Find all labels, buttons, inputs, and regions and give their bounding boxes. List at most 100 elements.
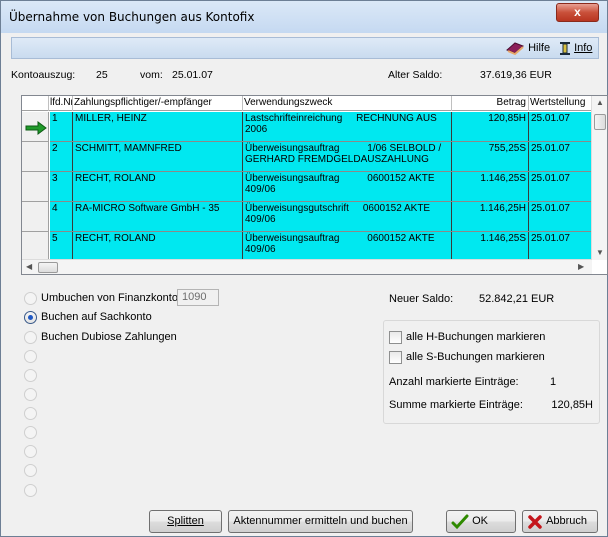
scroll-up-icon[interactable]: ▲ <box>596 98 604 107</box>
cell-nr: 1 <box>50 112 73 141</box>
cell-betrag: 120,85H <box>452 112 529 141</box>
table-row[interactable]: 5 RECHT, ROLAND Überweisungsauftrag 060015… <box>50 232 592 262</box>
option-radio-8[interactable] <box>24 426 37 439</box>
cell-zweck: Überweisungsgutschrift 0600152 AKTE 409/0… <box>243 202 452 231</box>
table-row[interactable]: 3 RECHT, ROLAND Überweisungsauftrag 060015… <box>50 172 592 202</box>
vom-label: vom: <box>140 69 163 81</box>
table-header: lfd.Nr. Zahlungspflichtiger/-empfänger V… <box>22 96 592 111</box>
cell-betrag: 755,25S <box>452 142 529 171</box>
option-radio-10[interactable] <box>24 464 37 477</box>
toolbar: Hilfe Info <box>11 37 599 59</box>
neuer-saldo-value: 52.842,21 EUR <box>479 293 555 305</box>
bookings-table[interactable]: lfd.Nr. Zahlungspflichtiger/-empfänger V… <box>21 95 608 275</box>
finanzkonto-field[interactable]: 1090 <box>177 289 219 306</box>
aktennummer-button[interactable]: Aktennummer ermitteln und buchen <box>228 510 413 533</box>
alter-saldo-value: 37.619,36 EUR <box>480 69 552 81</box>
cell-zweck-line1: Überweisungsauftrag 1/06 SELBOLD / <box>245 143 442 154</box>
cell-zweck: Lastschrifteinreichung RECHNUNG AUS 2006 <box>243 112 452 141</box>
help-button[interactable]: Hilfe <box>505 40 550 57</box>
dubiose-radio[interactable] <box>24 331 37 344</box>
splitten-label: Splitten <box>167 515 204 527</box>
title-bar: Übernahme von Buchungen aus Kontofix x <box>1 1 607 33</box>
cell-wertstellung: 25.01.07 <box>531 203 570 214</box>
cell-zweck-line2: 409/06 <box>245 244 276 255</box>
umbuchen-label: Umbuchen von Finanzkonto: <box>41 292 182 304</box>
abbruch-button[interactable]: Abbruch <box>522 510 598 533</box>
ok-label: OK <box>472 515 488 527</box>
col-zweck[interactable]: Verwendungszweck <box>243 96 452 111</box>
option-radio-5[interactable] <box>24 369 37 382</box>
vertical-scrollbar[interactable]: ▲ ▼ <box>591 96 607 260</box>
row-selector[interactable] <box>22 142 49 172</box>
sachkonto-radio[interactable] <box>24 311 37 324</box>
abbruch-label: Abbruch <box>546 515 588 527</box>
option-radio-4[interactable] <box>24 350 37 363</box>
cell-wertstellung: 25.01.07 <box>531 173 570 184</box>
kontoauszug-label: Kontoauszug: <box>11 69 76 81</box>
option-radio-9[interactable] <box>24 445 37 458</box>
cell-nr: 2 <box>50 142 73 171</box>
anzahl-label: Anzahl markierte Einträge: <box>389 376 519 388</box>
cell-wertstellung: 25.01.07 <box>531 233 570 244</box>
scroll-left-icon[interactable]: ◀ <box>26 262 32 271</box>
umbuchen-radio[interactable] <box>24 292 37 305</box>
sachkonto-label: Buchen auf Sachkonto <box>41 311 152 323</box>
alle-s-checkbox[interactable] <box>389 351 402 364</box>
table-row[interactable]: 4 RA-MICRO Software GmbH - 35 Überweisungs… <box>50 202 592 232</box>
vom-value: 25.01.07 <box>172 69 213 81</box>
row-selector[interactable] <box>22 232 49 262</box>
aktennummer-label: Aktennummer ermitteln und buchen <box>233 515 408 527</box>
row-selector[interactable] <box>22 202 49 232</box>
cell-empfaenger: RA-MICRO Software GmbH - 35 <box>73 202 243 231</box>
cell-empfaenger: MILLER, HEINZ <box>73 112 243 141</box>
summe-value: 120,85H <box>551 399 593 411</box>
option-radio-7[interactable] <box>24 407 37 420</box>
close-button[interactable]: x <box>556 3 599 22</box>
col-nr[interactable]: lfd.Nr. <box>49 96 73 111</box>
option-radio-6[interactable] <box>24 388 37 401</box>
cell-zweck-line1: Überweisungsauftrag 0600152 AKTE <box>245 173 435 184</box>
alter-saldo-label: Alter Saldo: <box>388 69 443 81</box>
cell-zweck-line2: GERHARD FREMDGELDAUSZAHLUNG <box>245 154 429 165</box>
cell-wertstellung: 25.01.07 <box>531 143 570 154</box>
horizontal-scroll-thumb[interactable] <box>38 262 58 273</box>
summe-label: Summe markierte Einträge: <box>389 399 523 411</box>
dubiose-label: Buchen Dubiose Zahlungen <box>41 331 177 343</box>
horizontal-scrollbar[interactable]: ◀ ▶ <box>22 259 592 274</box>
info-button[interactable]: Info <box>559 40 592 57</box>
alle-h-checkbox[interactable] <box>389 331 402 344</box>
option-radio-11[interactable] <box>24 484 37 497</box>
vertical-scroll-thumb[interactable] <box>594 114 606 130</box>
row-selector[interactable] <box>22 172 49 202</box>
marking-panel: alle H-Buchungen markieren alle S-Buchun… <box>383 320 600 424</box>
alle-s-label: alle S-Buchungen markieren <box>406 351 545 363</box>
header-spacer <box>22 96 49 111</box>
col-betrag[interactable]: Betrag <box>452 96 529 111</box>
cell-wertstellung: 25.01.07 <box>531 113 570 124</box>
cell-nr: 4 <box>50 202 73 231</box>
row-selector[interactable] <box>22 112 49 142</box>
scroll-right-icon[interactable]: ▶ <box>578 262 584 271</box>
cell-empfaenger: RECHT, ROLAND <box>73 172 243 201</box>
cell-zweck: Überweisungsauftrag 0600152 AKTE 409/06 <box>243 172 452 201</box>
cell-betrag: 1.146,25S <box>452 172 529 201</box>
alle-h-label: alle H-Buchungen markieren <box>406 331 546 343</box>
col-empfaenger[interactable]: Zahlungspflichtiger/-empfänger <box>73 96 243 111</box>
current-row-arrow-icon <box>25 121 47 135</box>
cell-empfaenger: SCHMITT, MAMNFRED <box>73 142 243 171</box>
cell-zweck: Überweisungsauftrag 0600152 AKTE 409/06 <box>243 232 452 261</box>
cell-betrag: 1.146,25S <box>452 232 529 261</box>
scroll-down-icon[interactable]: ▼ <box>596 248 604 257</box>
checkmark-icon <box>451 514 469 529</box>
cell-zweck-line1: Lastschrifteinreichung RECHNUNG AUS <box>245 113 437 124</box>
splitten-button[interactable]: Splitten <box>149 510 222 533</box>
cell-zweck-line2: 2006 <box>245 124 268 135</box>
ok-button[interactable]: OK <box>446 510 516 533</box>
table-row[interactable]: 2 SCHMITT, MAMNFRED Überweisungsauftrag 1/… <box>50 142 592 172</box>
col-wertstellung[interactable]: Wertstellung <box>529 96 592 111</box>
neuer-saldo-label: Neuer Saldo: <box>389 293 454 305</box>
dialog-window: Übernahme von Buchungen aus Kontofix x H… <box>0 0 608 537</box>
table-row[interactable]: 1 MILLER, HEINZ Lastschrifteinreichung REC… <box>50 112 592 142</box>
kontoauszug-value: 25 <box>96 69 108 81</box>
cell-zweck-line2: 409/06 <box>245 184 276 195</box>
